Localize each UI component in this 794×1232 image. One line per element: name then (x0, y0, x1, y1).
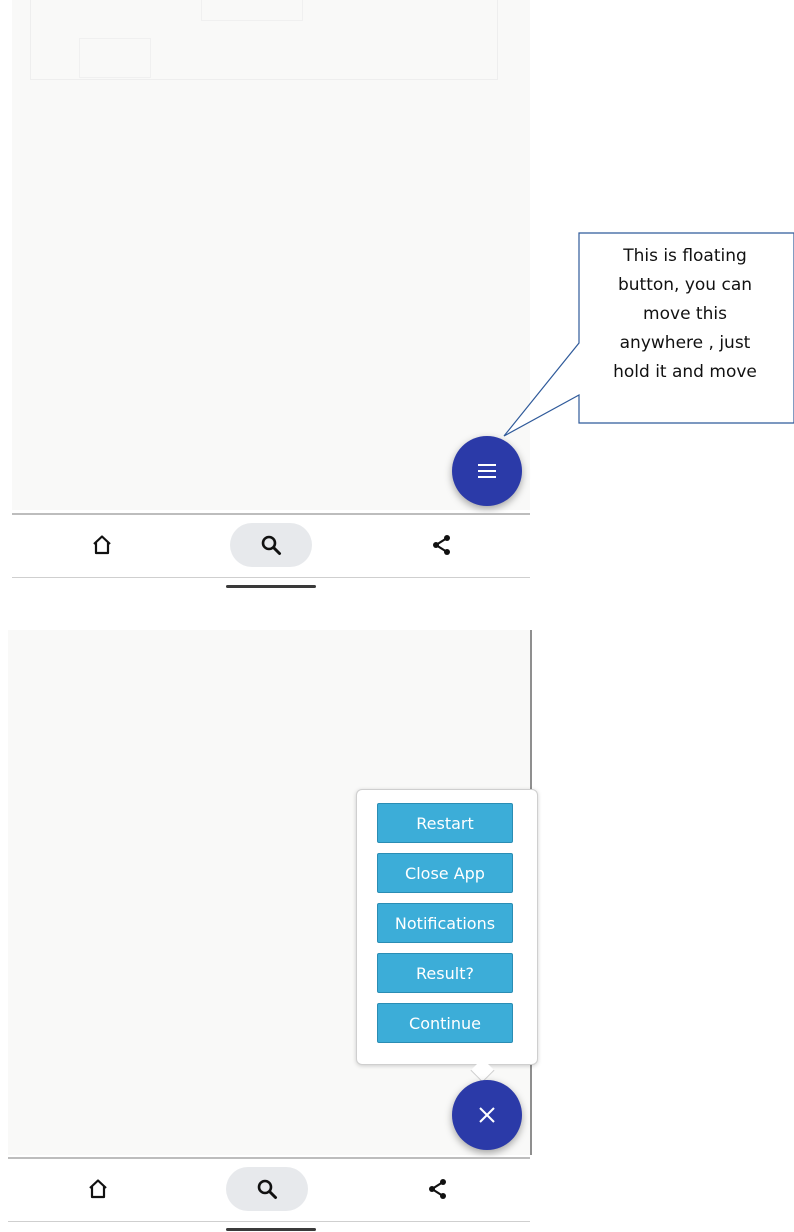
search-button[interactable] (230, 523, 312, 567)
notifications-button[interactable]: Notifications (377, 903, 513, 943)
home-icon (93, 535, 111, 555)
menu-icon (478, 464, 496, 478)
faint-header-outline (30, 0, 498, 80)
search-icon (261, 535, 281, 555)
floating-menu-button[interactable] (452, 436, 522, 506)
search-button[interactable] (226, 1167, 308, 1211)
home-button[interactable] (76, 1167, 120, 1211)
callout-line: anywhere , just (619, 333, 751, 353)
callout-line: This is floating (623, 246, 747, 266)
search-icon (257, 1179, 277, 1199)
continue-button[interactable]: Continue (377, 1003, 513, 1043)
bottom-navigation-bar (8, 1157, 530, 1222)
floating-close-button[interactable] (452, 1080, 522, 1150)
share-button[interactable] (420, 523, 464, 567)
callout-line: move this (643, 304, 727, 324)
callout-line: button, you can (617, 275, 753, 295)
result-button[interactable]: Result? (377, 953, 513, 993)
bottom-navigation-bar (12, 513, 530, 578)
share-button[interactable] (416, 1167, 460, 1211)
close-icon (479, 1107, 495, 1123)
callout-text: This is floating button, you can move th… (590, 242, 780, 387)
callout-line: hold it and move (613, 362, 757, 382)
gesture-bar (226, 585, 316, 588)
home-button[interactable] (80, 523, 124, 567)
floating-menu-popup: Restart Close App Notifications Result? … (356, 789, 538, 1065)
close-app-button[interactable]: Close App (377, 853, 513, 893)
restart-button[interactable]: Restart (377, 803, 513, 843)
share-icon (429, 1179, 446, 1199)
home-icon (89, 1179, 107, 1199)
share-icon (433, 535, 450, 555)
gesture-bar (226, 1228, 316, 1231)
app-screen-collapsed (12, 0, 530, 510)
